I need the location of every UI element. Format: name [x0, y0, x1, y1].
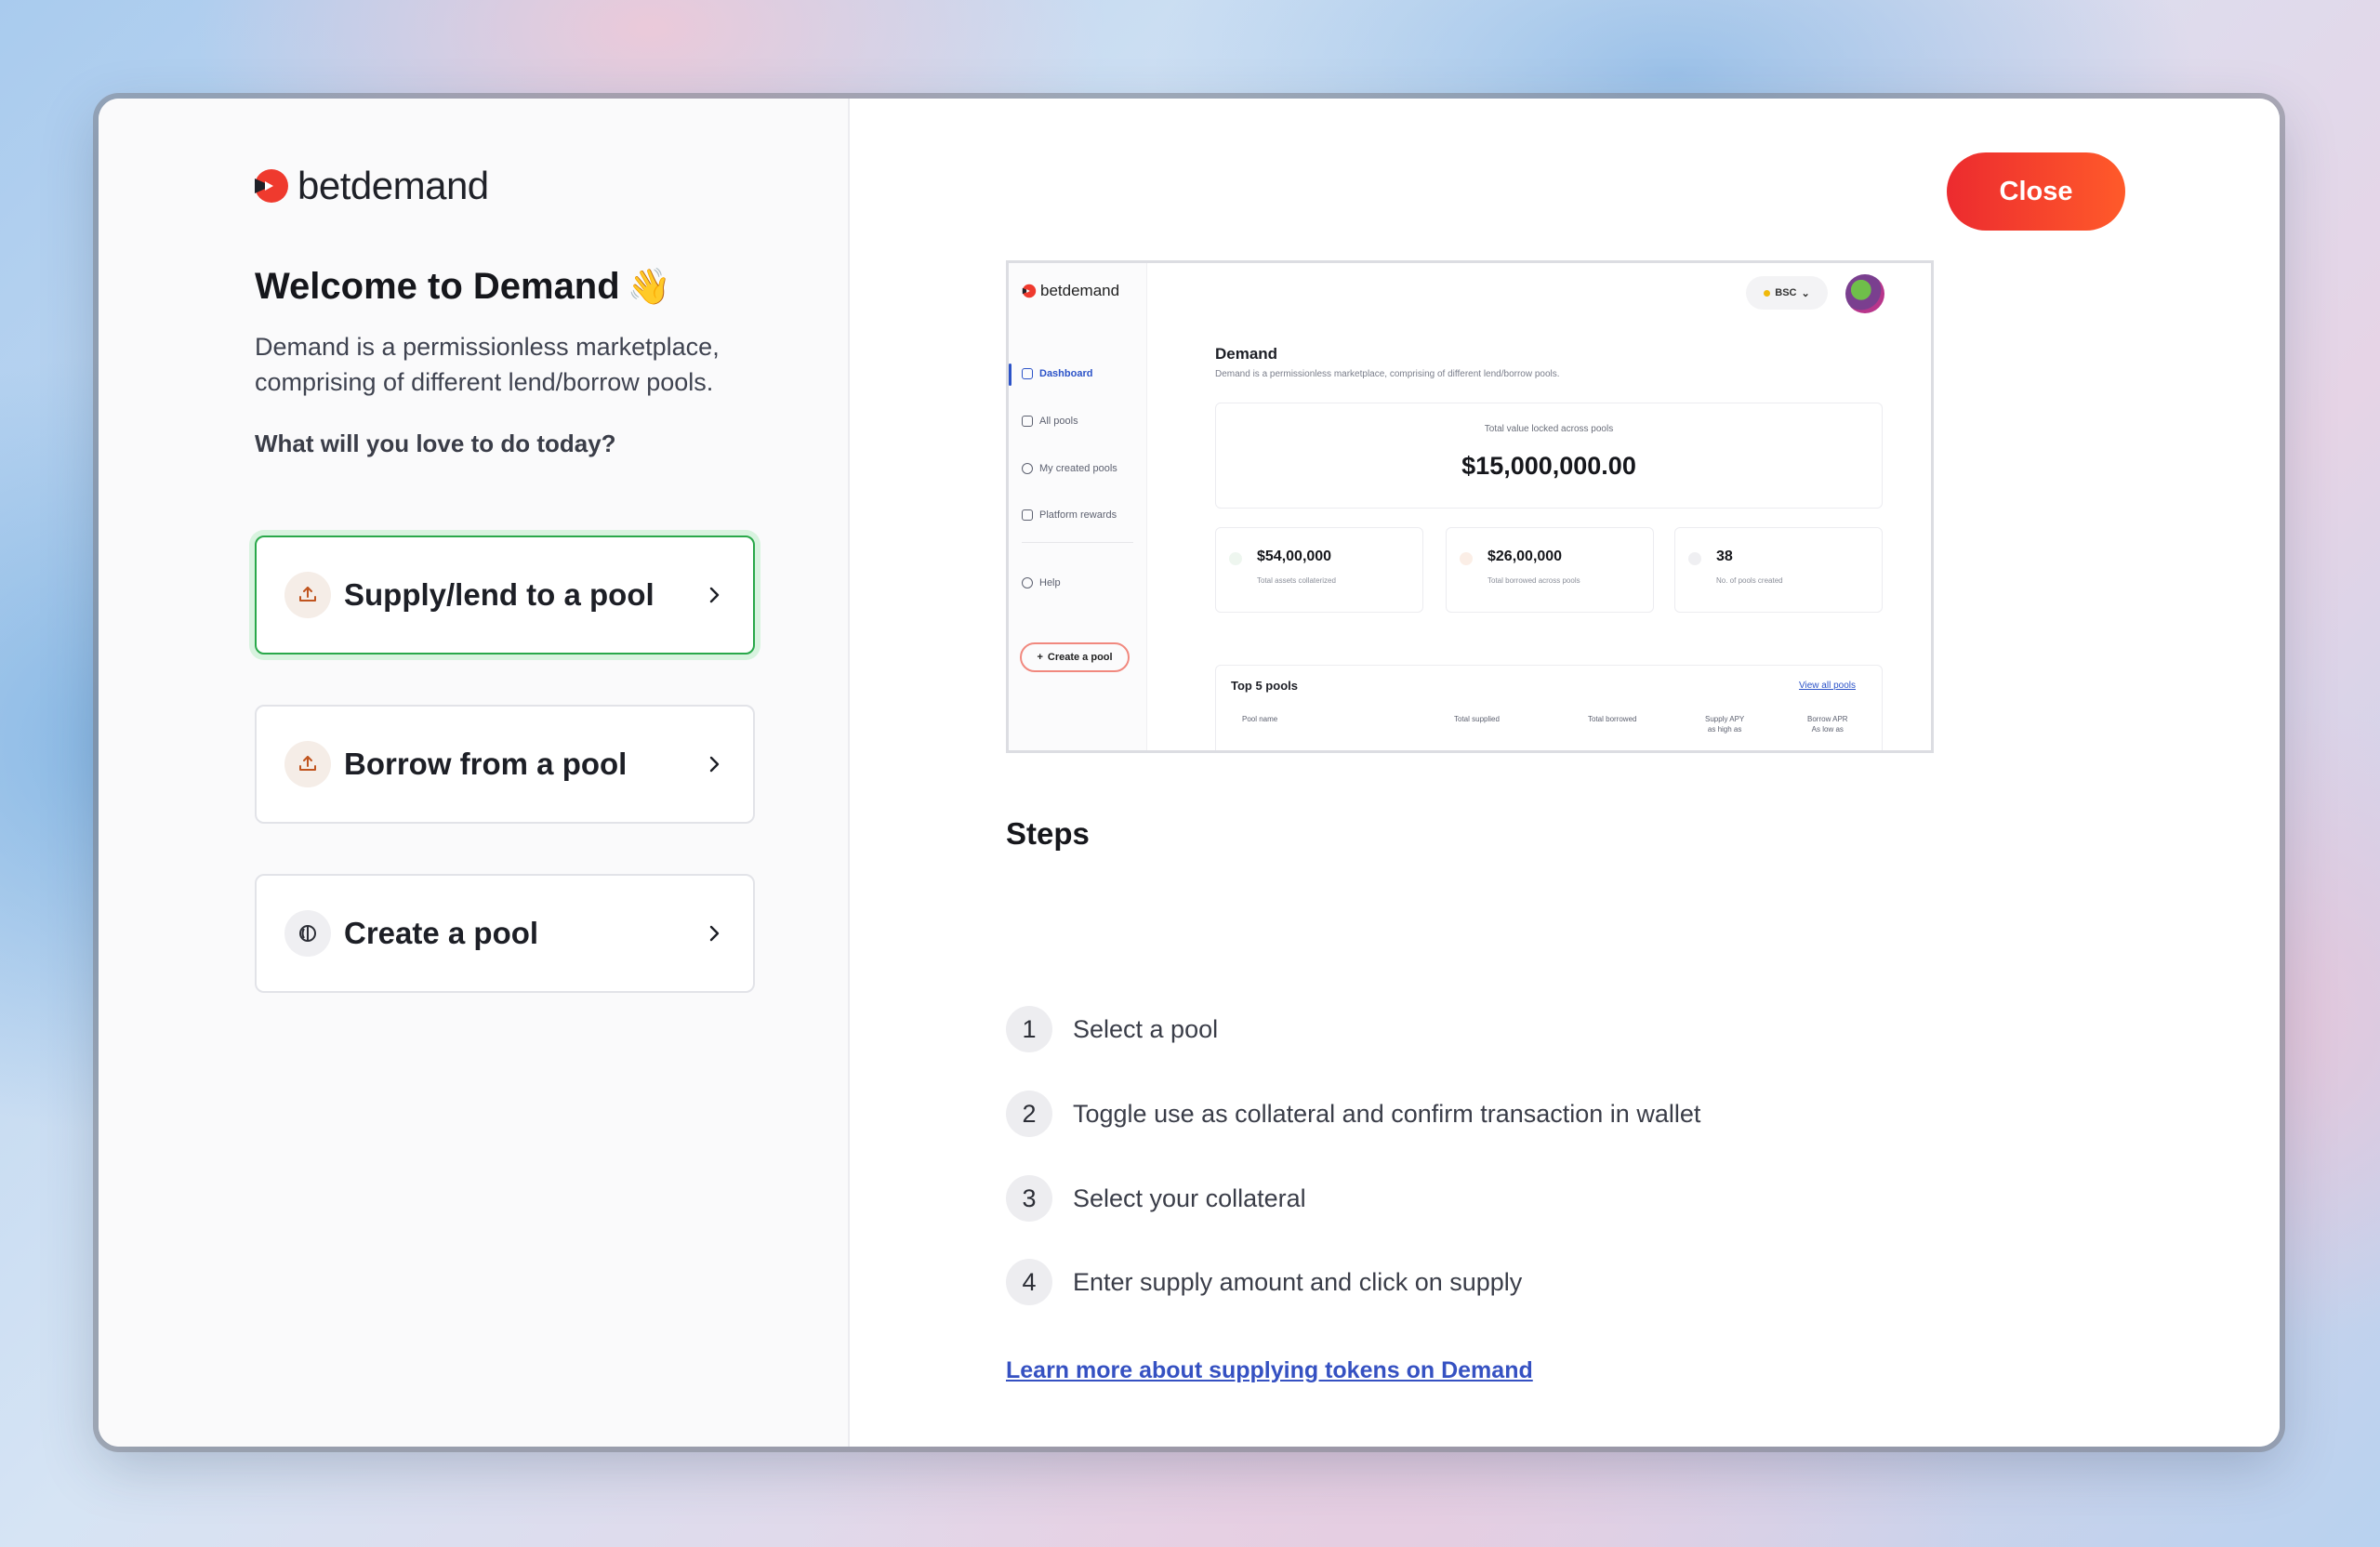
option-label: Create a pool [344, 916, 539, 950]
preview-column-header: Total borrowed [1588, 715, 1637, 723]
option-create-pool[interactable]: Create a pool [255, 874, 755, 993]
gift-icon [1022, 509, 1033, 521]
step-text: Toggle use as collateral and confirm tra… [1073, 1099, 1701, 1128]
steps-title: Steps [1006, 816, 1090, 851]
preview-nav-all-pools: All pools [1022, 416, 1078, 427]
preview-nav-my-pools: My created pools [1022, 463, 1117, 474]
preview-logo: betdemand [1022, 282, 1119, 300]
step-text: Select your collateral [1073, 1183, 1306, 1212]
preview-nav-label: All pools [1039, 416, 1078, 427]
preview-nav-label: Platform rewards [1039, 509, 1117, 521]
waving-hand-icon: 👋 [627, 267, 672, 307]
chevron-right-icon [709, 587, 720, 603]
upload-tray-icon [1460, 552, 1473, 565]
bsc-icon [1764, 289, 1771, 297]
pool-icon [1022, 463, 1033, 474]
preview-stat-label: Total borrowed across pools [1488, 576, 1580, 585]
option-borrow[interactable]: Borrow from a pool [255, 705, 755, 824]
plus-icon: + [1037, 652, 1043, 663]
preview-top-pools-title: Top 5 pools [1231, 679, 1298, 693]
preview-column-header: Total supplied [1454, 715, 1500, 723]
upload-tray-icon [284, 572, 331, 618]
welcome-modal: betdemand Welcome to Demand 👋 Demand is … [99, 99, 2280, 1447]
brand-name: betdemand [298, 164, 489, 207]
step-number: 3 [1006, 1175, 1052, 1222]
chevron-down-icon: ⌄ [1801, 287, 1810, 299]
help-icon [1022, 577, 1033, 588]
preview-stat-value: $26,00,000 [1488, 549, 1563, 564]
welcome-question: What will you love to do today? [255, 430, 616, 457]
preview-stat-label: Total assets collaterized [1257, 576, 1336, 585]
preview-tvl-label: Total value locked across pools [1484, 424, 1614, 434]
preview-top-pools-card: Top 5 pools View all pools Pool name Tot… [1215, 665, 1883, 750]
preview-column-header: Borrow APR As low as [1807, 715, 1848, 734]
preview-nav-label: Dashboard [1039, 368, 1093, 379]
step-number: 2 [1006, 1091, 1052, 1137]
step-number: 1 [1006, 1006, 1052, 1052]
preview-tvl-card: Total value locked across pools $15,000,… [1215, 403, 1883, 509]
preview-stat-card: 38 No. of pools created [1674, 527, 1883, 613]
step-item: 3 Select your collateral [1006, 1175, 1306, 1222]
preview-tvl-value: $15,000,000.00 [1461, 452, 1636, 480]
welcome-description: Demand is a permissionless marketplace, … [255, 333, 720, 396]
preview-network-selector: BSC ⌄ [1746, 276, 1828, 310]
pool-icon [284, 910, 331, 957]
pool-icon [1688, 552, 1701, 565]
preview-create-label: Create a pool [1047, 652, 1113, 663]
logo-mark-icon [255, 169, 288, 203]
welcome-title: Welcome to Demand 👋 [255, 266, 671, 308]
brand-logo: betdemand [253, 164, 489, 208]
left-panel: betdemand Welcome to Demand 👋 Demand is … [99, 99, 850, 1447]
preview-avatar [1845, 274, 1884, 313]
preview-nav-help: Help [1022, 577, 1061, 588]
dashboard-preview-image: betdemand Dashboard All pools My created… [1006, 260, 1934, 753]
preview-stat-card: $54,00,000 Total assets collaterized [1215, 527, 1423, 613]
preview-network-label: BSC [1775, 287, 1797, 298]
preview-active-indicator [1009, 364, 1012, 386]
chevron-right-icon [709, 756, 720, 773]
preview-nav-label: My created pools [1039, 463, 1117, 474]
preview-stat-value: $54,00,000 [1257, 549, 1332, 564]
preview-page-title: Demand [1215, 345, 1278, 363]
preview-nav-rewards: Platform rewards [1022, 509, 1117, 521]
step-text: Select a pool [1073, 1014, 1219, 1043]
preview-create-pool-button: + Create a pool [1020, 642, 1130, 672]
preview-stat-label: No. of pools created [1716, 576, 1783, 585]
close-button[interactable]: Close [1947, 152, 2125, 231]
upload-tray-icon [1022, 416, 1033, 427]
step-item: 4 Enter supply amount and click on suppl… [1006, 1259, 1522, 1305]
welcome-title-text: Welcome to Demand [255, 266, 620, 307]
preview-nav-label: Help [1039, 577, 1061, 588]
option-label: Borrow from a pool [344, 747, 628, 781]
upload-tray-icon [284, 741, 331, 787]
step-number: 4 [1006, 1259, 1052, 1305]
step-item: 1 Select a pool [1006, 1006, 1218, 1052]
step-item: 2 Toggle use as collateral and confirm t… [1006, 1091, 1700, 1137]
logo-mark-icon [1022, 284, 1037, 298]
preview-stat-value: 38 [1716, 549, 1733, 564]
upload-tray-icon [1229, 552, 1242, 565]
preview-nav-dashboard: Dashboard [1022, 368, 1092, 379]
right-panel: Close betdemand Dashboard All pools My c… [850, 99, 2280, 1447]
chevron-right-icon [709, 925, 720, 942]
preview-page-subtitle: Demand is a permissionless marketplace, … [1215, 369, 1560, 379]
preview-column-header: Pool name [1242, 715, 1278, 723]
preview-sidebar: betdemand Dashboard All pools My created… [1009, 263, 1147, 750]
preview-divider [1022, 542, 1133, 543]
preview-stat-card: $26,00,000 Total borrowed across pools [1446, 527, 1654, 613]
preview-column-header: Supply APY as high as [1705, 715, 1745, 734]
option-label: Supply/lend to a pool [344, 577, 654, 612]
step-text: Enter supply amount and click on supply [1073, 1267, 1523, 1296]
preview-view-all-link: View all pools [1799, 681, 1856, 691]
preview-brand-name: betdemand [1040, 282, 1120, 299]
grid-icon [1022, 368, 1033, 379]
option-supply-lend[interactable]: Supply/lend to a pool [255, 536, 755, 654]
learn-more-link[interactable]: Learn more about supplying tokens on Dem… [1006, 1357, 1533, 1384]
